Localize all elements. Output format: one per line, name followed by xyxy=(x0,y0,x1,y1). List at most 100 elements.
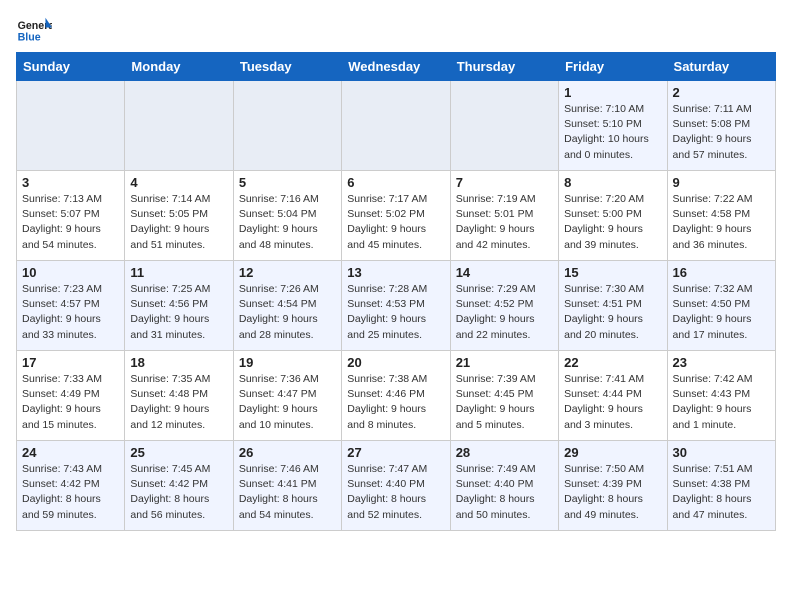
day-number: 8 xyxy=(564,175,661,190)
calendar-cell: 10Sunrise: 7:23 AM Sunset: 4:57 PM Dayli… xyxy=(17,261,125,351)
day-number: 23 xyxy=(673,355,770,370)
calendar-cell: 28Sunrise: 7:49 AM Sunset: 4:40 PM Dayli… xyxy=(450,441,558,531)
day-info: Sunrise: 7:38 AM Sunset: 4:46 PM Dayligh… xyxy=(347,372,444,433)
day-info: Sunrise: 7:10 AM Sunset: 5:10 PM Dayligh… xyxy=(564,102,661,163)
calendar-cell xyxy=(17,81,125,171)
calendar-cell xyxy=(450,81,558,171)
calendar-cell: 23 Sunrise: 7:42 AM Sunset: 4:43 PM Dayli… xyxy=(667,351,775,441)
logo: General Blue xyxy=(16,16,56,44)
day-info: Sunrise: 7:49 AM Sunset: 4:40 PM Dayligh… xyxy=(456,462,553,523)
calendar-cell: 3 Sunrise: 7:13 AM Sunset: 5:07 PM Daylig… xyxy=(17,171,125,261)
calendar-cell: 17 Sunrise: 7:33 AM Sunset: 4:49 PM Dayli… xyxy=(17,351,125,441)
calendar-cell xyxy=(233,81,341,171)
calendar-cell xyxy=(125,81,233,171)
calendar-cell: 19 Sunrise: 7:36 AM Sunset: 4:47 PM Dayli… xyxy=(233,351,341,441)
calendar-cell: 25Sunrise: 7:45 AM Sunset: 4:42 PM Dayli… xyxy=(125,441,233,531)
calendar-cell: 8 Sunrise: 7:20 AM Sunset: 5:00 PM Daylig… xyxy=(559,171,667,261)
day-number: 18 xyxy=(130,355,227,370)
calendar-cell: 9Sunrise: 7:22 AM Sunset: 4:58 PM Daylig… xyxy=(667,171,775,261)
weekday-header: Friday xyxy=(559,53,667,81)
calendar-cell: 5 Sunrise: 7:16 AM Sunset: 5:04 PM Daylig… xyxy=(233,171,341,261)
day-info: Sunrise: 7:11 AM Sunset: 5:08 PM Dayligh… xyxy=(673,102,770,163)
day-info: Sunrise: 7:20 AM Sunset: 5:00 PM Dayligh… xyxy=(564,192,661,253)
day-number: 5 xyxy=(239,175,336,190)
calendar-cell: 13 Sunrise: 7:28 AM Sunset: 4:53 PM Dayli… xyxy=(342,261,450,351)
day-info: Sunrise: 7:32 AM Sunset: 4:50 PM Dayligh… xyxy=(673,282,770,343)
day-info: Sunrise: 7:16 AM Sunset: 5:04 PM Dayligh… xyxy=(239,192,336,253)
weekday-header: Saturday xyxy=(667,53,775,81)
day-number: 27 xyxy=(347,445,444,460)
calendar-cell: 15Sunrise: 7:30 AM Sunset: 4:51 PM Dayli… xyxy=(559,261,667,351)
day-info: Sunrise: 7:17 AM Sunset: 5:02 PM Dayligh… xyxy=(347,192,444,253)
calendar-cell: 1 Sunrise: 7:10 AM Sunset: 5:10 PM Daylig… xyxy=(559,81,667,171)
day-info: Sunrise: 7:42 AM Sunset: 4:43 PM Dayligh… xyxy=(673,372,770,433)
calendar-cell: 11Sunrise: 7:25 AM Sunset: 4:56 PM Dayli… xyxy=(125,261,233,351)
weekday-header: Thursday xyxy=(450,53,558,81)
day-number: 2 xyxy=(673,85,770,100)
day-info: Sunrise: 7:47 AM Sunset: 4:40 PM Dayligh… xyxy=(347,462,444,523)
day-number: 20 xyxy=(347,355,444,370)
day-number: 3 xyxy=(22,175,119,190)
calendar-cell xyxy=(342,81,450,171)
day-number: 26 xyxy=(239,445,336,460)
calendar-cell: 7 Sunrise: 7:19 AM Sunset: 5:01 PM Daylig… xyxy=(450,171,558,261)
header: General Blue xyxy=(16,16,776,44)
day-number: 24 xyxy=(22,445,119,460)
day-info: Sunrise: 7:43 AM Sunset: 4:42 PM Dayligh… xyxy=(22,462,119,523)
day-number: 15 xyxy=(564,265,661,280)
day-info: Sunrise: 7:45 AM Sunset: 4:42 PM Dayligh… xyxy=(130,462,227,523)
calendar-week-row: 1 Sunrise: 7:10 AM Sunset: 5:10 PM Daylig… xyxy=(17,81,776,171)
day-number: 17 xyxy=(22,355,119,370)
calendar-week-row: 3 Sunrise: 7:13 AM Sunset: 5:07 PM Daylig… xyxy=(17,171,776,261)
calendar-cell: 22 Sunrise: 7:41 AM Sunset: 4:44 PM Dayli… xyxy=(559,351,667,441)
calendar-cell: 12 Sunrise: 7:26 AM Sunset: 4:54 PM Dayli… xyxy=(233,261,341,351)
day-info: Sunrise: 7:28 AM Sunset: 4:53 PM Dayligh… xyxy=(347,282,444,343)
day-number: 7 xyxy=(456,175,553,190)
calendar-cell: 6 Sunrise: 7:17 AM Sunset: 5:02 PM Daylig… xyxy=(342,171,450,261)
day-info: Sunrise: 7:26 AM Sunset: 4:54 PM Dayligh… xyxy=(239,282,336,343)
calendar-week-row: 17 Sunrise: 7:33 AM Sunset: 4:49 PM Dayli… xyxy=(17,351,776,441)
day-number: 1 xyxy=(564,85,661,100)
day-number: 21 xyxy=(456,355,553,370)
weekday-header: Sunday xyxy=(17,53,125,81)
day-info: Sunrise: 7:13 AM Sunset: 5:07 PM Dayligh… xyxy=(22,192,119,253)
calendar-cell: 16 Sunrise: 7:32 AM Sunset: 4:50 PM Dayli… xyxy=(667,261,775,351)
day-info: Sunrise: 7:14 AM Sunset: 5:05 PM Dayligh… xyxy=(130,192,227,253)
calendar: SundayMondayTuesdayWednesdayThursdayFrid… xyxy=(16,52,776,531)
day-info: Sunrise: 7:46 AM Sunset: 4:41 PM Dayligh… xyxy=(239,462,336,523)
day-number: 22 xyxy=(564,355,661,370)
day-info: Sunrise: 7:36 AM Sunset: 4:47 PM Dayligh… xyxy=(239,372,336,433)
calendar-cell: 14 Sunrise: 7:29 AM Sunset: 4:52 PM Dayli… xyxy=(450,261,558,351)
day-info: Sunrise: 7:23 AM Sunset: 4:57 PM Dayligh… xyxy=(22,282,119,343)
day-info: Sunrise: 7:29 AM Sunset: 4:52 PM Dayligh… xyxy=(456,282,553,343)
day-number: 6 xyxy=(347,175,444,190)
day-info: Sunrise: 7:35 AM Sunset: 4:48 PM Dayligh… xyxy=(130,372,227,433)
calendar-cell: 21Sunrise: 7:39 AM Sunset: 4:45 PM Dayli… xyxy=(450,351,558,441)
calendar-week-row: 10Sunrise: 7:23 AM Sunset: 4:57 PM Dayli… xyxy=(17,261,776,351)
day-number: 13 xyxy=(347,265,444,280)
weekday-header: Monday xyxy=(125,53,233,81)
day-number: 29 xyxy=(564,445,661,460)
calendar-cell: 18 Sunrise: 7:35 AM Sunset: 4:48 PM Dayli… xyxy=(125,351,233,441)
calendar-cell: 29Sunrise: 7:50 AM Sunset: 4:39 PM Dayli… xyxy=(559,441,667,531)
calendar-cell: 24 Sunrise: 7:43 AM Sunset: 4:42 PM Dayli… xyxy=(17,441,125,531)
weekday-header: Tuesday xyxy=(233,53,341,81)
calendar-cell: 27 Sunrise: 7:47 AM Sunset: 4:40 PM Dayli… xyxy=(342,441,450,531)
day-number: 14 xyxy=(456,265,553,280)
calendar-cell: 26 Sunrise: 7:46 AM Sunset: 4:41 PM Dayli… xyxy=(233,441,341,531)
day-number: 30 xyxy=(673,445,770,460)
day-number: 16 xyxy=(673,265,770,280)
day-number: 19 xyxy=(239,355,336,370)
calendar-cell: 4Sunrise: 7:14 AM Sunset: 5:05 PM Daylig… xyxy=(125,171,233,261)
day-info: Sunrise: 7:51 AM Sunset: 4:38 PM Dayligh… xyxy=(673,462,770,523)
day-info: Sunrise: 7:41 AM Sunset: 4:44 PM Dayligh… xyxy=(564,372,661,433)
day-number: 9 xyxy=(673,175,770,190)
day-info: Sunrise: 7:19 AM Sunset: 5:01 PM Dayligh… xyxy=(456,192,553,253)
calendar-cell: 2 Sunrise: 7:11 AM Sunset: 5:08 PM Daylig… xyxy=(667,81,775,171)
weekday-header: Wednesday xyxy=(342,53,450,81)
day-info: Sunrise: 7:33 AM Sunset: 4:49 PM Dayligh… xyxy=(22,372,119,433)
day-number: 12 xyxy=(239,265,336,280)
svg-text:Blue: Blue xyxy=(18,32,41,44)
calendar-cell: 20 Sunrise: 7:38 AM Sunset: 4:46 PM Dayli… xyxy=(342,351,450,441)
day-info: Sunrise: 7:25 AM Sunset: 4:56 PM Dayligh… xyxy=(130,282,227,343)
